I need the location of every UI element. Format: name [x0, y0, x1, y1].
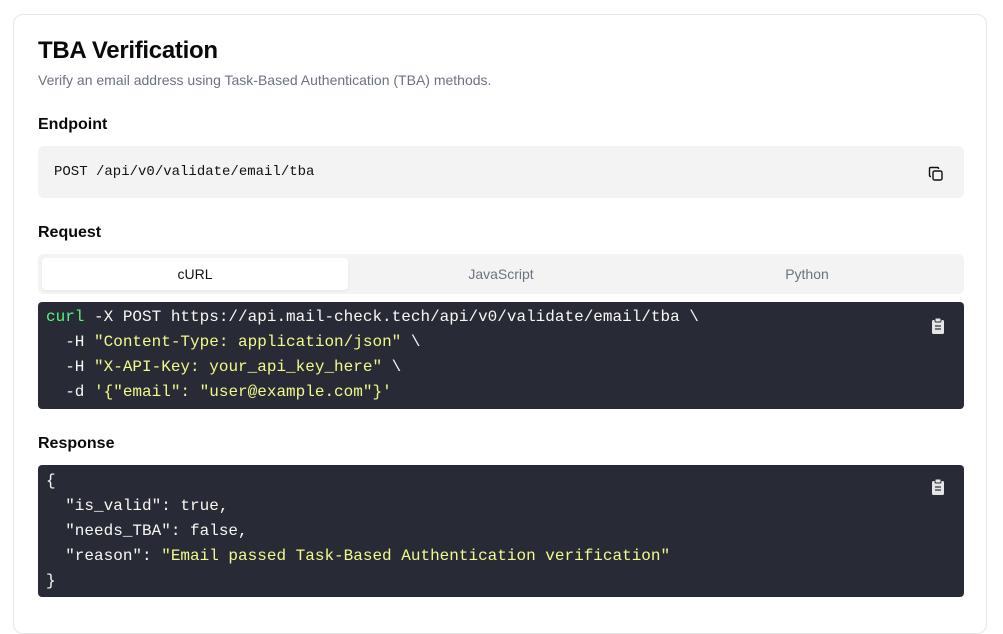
code-command: curl: [46, 308, 85, 326]
endpoint-label: Endpoint: [38, 116, 108, 133]
copy-request-button[interactable]: [928, 316, 948, 336]
code-string: "X-API-Key: your_api_key_here": [94, 358, 383, 376]
response-code-block: { "is_valid": true, "needs_TBA": false, …: [38, 465, 964, 597]
request-code-block: curl -X POST https://api.mail-check.tech…: [38, 302, 964, 409]
json-line: "needs_TBA": false,: [46, 522, 248, 540]
code-line-continuation: \: [382, 358, 402, 376]
copy-endpoint-button[interactable]: [926, 164, 946, 184]
json-open-brace: {: [46, 472, 56, 490]
code-flag: -H: [46, 333, 95, 351]
response-label: Response: [38, 435, 115, 452]
code-line: -X POST https://api.mail-check.tech/api/…: [84, 308, 699, 326]
clipboard-icon: [932, 478, 944, 495]
tab-javascript[interactable]: JavaScript: [348, 258, 654, 290]
request-code: curl -X POST https://api.mail-check.tech…: [46, 305, 699, 405]
response-code: { "is_valid": true, "needs_TBA": false, …: [46, 469, 670, 594]
json-string: "Email passed Task-Based Authentication …: [161, 547, 671, 565]
endpoint-value: POST /api/v0/validate/email/tba: [54, 164, 315, 180]
endpoint-box: POST /api/v0/validate/email/tba: [38, 146, 964, 198]
page-subtitle: Verify an email address using Task-Based…: [38, 72, 492, 88]
code-string: '{"email": "user@example.com"}': [94, 383, 392, 401]
code-line-continuation: \: [401, 333, 421, 351]
json-line: "is_valid": true,: [46, 497, 229, 515]
copy-response-button[interactable]: [928, 477, 948, 497]
json-close-brace: }: [46, 572, 56, 590]
code-string: "Content-Type: application/json": [94, 333, 402, 351]
code-flag: -H: [46, 358, 95, 376]
request-label: Request: [38, 224, 102, 241]
request-language-tabs: cURL JavaScript Python: [38, 254, 964, 294]
page-title: TBA Verification: [38, 37, 218, 64]
clipboard-icon: [932, 317, 944, 334]
copy-icon: [928, 166, 943, 181]
tab-python[interactable]: Python: [654, 258, 960, 290]
tab-curl[interactable]: cURL: [42, 258, 348, 290]
tba-verification-card: TBA Verification Verify an email address…: [13, 14, 987, 634]
json-key: "reason":: [46, 547, 162, 565]
code-flag: -d: [46, 383, 95, 401]
